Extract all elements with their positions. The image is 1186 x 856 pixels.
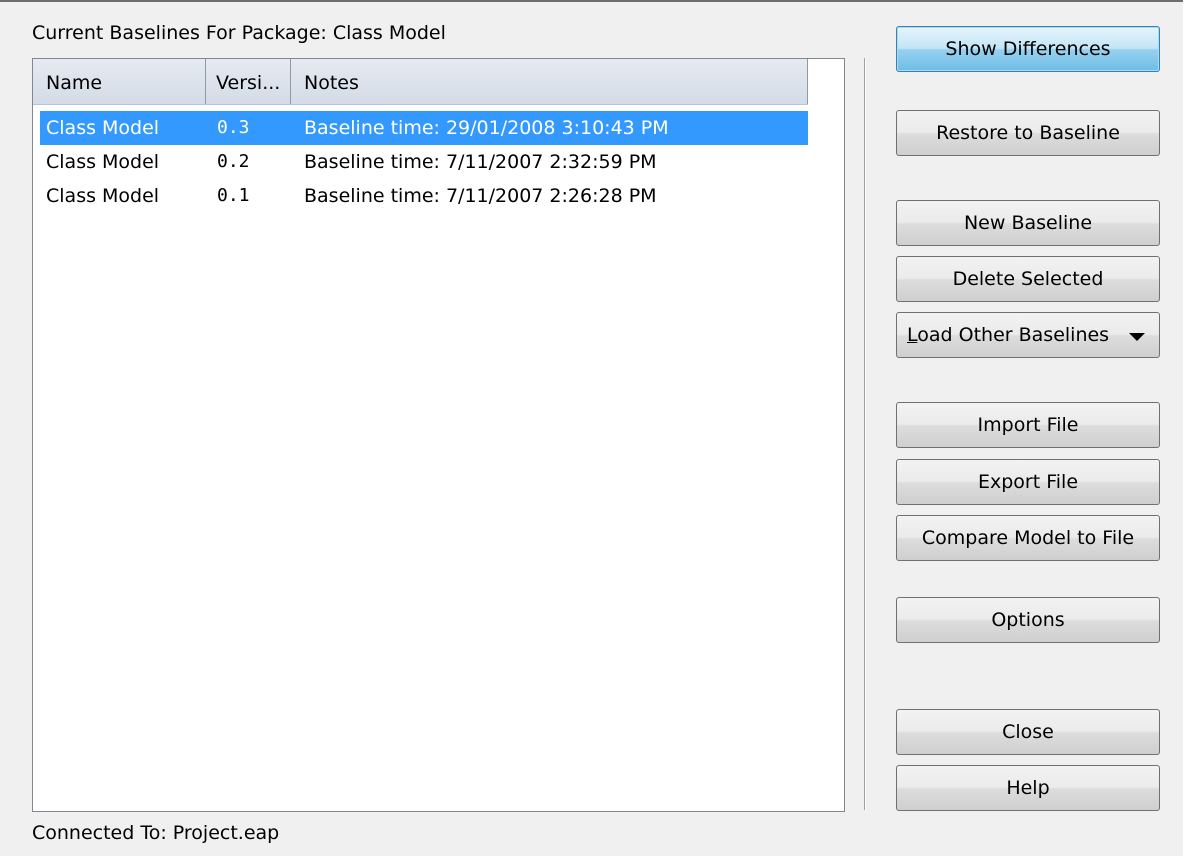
restore-to-baseline-button[interactable]: Restore to Baseline xyxy=(896,110,1160,156)
connection-status: Connected To: Project.eap xyxy=(32,822,280,844)
row-version: 0.3 xyxy=(217,117,250,138)
new-baseline-button[interactable]: New Baseline xyxy=(896,200,1160,246)
row-version: 0.1 xyxy=(217,185,250,206)
row-notes: Baseline time: 29/01/2008 3:10:43 PM xyxy=(304,117,669,139)
column-header-version[interactable]: Versi... xyxy=(206,59,291,104)
options-button[interactable]: Options xyxy=(896,597,1160,643)
package-baselines-label: Current Baselines For Package: Class Mod… xyxy=(32,22,446,44)
list-row[interactable]: Class Model 0.2 Baseline time: 7/11/2007… xyxy=(40,145,808,179)
load-other-baselines-label: oad Other Baselines xyxy=(917,324,1110,346)
row-name: Class Model xyxy=(46,151,160,173)
dropdown-arrow-icon xyxy=(1129,333,1145,341)
help-button[interactable]: Help xyxy=(896,765,1160,811)
baselines-dialog: Current Baselines For Package: Class Mod… xyxy=(0,0,1186,856)
row-name: Class Model xyxy=(46,185,160,207)
list-row[interactable]: Class Model 0.3 Baseline time: 29/01/200… xyxy=(40,111,808,145)
list-rows: Class Model 0.3 Baseline time: 29/01/200… xyxy=(40,111,808,213)
load-other-baselines-button[interactable]: Load Other Baselines xyxy=(896,312,1160,358)
top-border xyxy=(0,0,1183,2)
row-name: Class Model xyxy=(46,117,160,139)
show-differences-button[interactable]: Show Differences xyxy=(896,26,1160,72)
row-notes: Baseline time: 7/11/2007 2:26:28 PM xyxy=(304,185,657,207)
vertical-separator xyxy=(864,58,866,810)
import-file-button[interactable]: Import File xyxy=(896,402,1160,448)
row-notes: Baseline time: 7/11/2007 2:32:59 PM xyxy=(304,151,657,173)
column-header-notes[interactable]: Notes xyxy=(291,59,808,104)
column-header-name[interactable]: Name xyxy=(33,59,206,104)
compare-model-to-file-button[interactable]: Compare Model to File xyxy=(896,515,1160,561)
list-row[interactable]: Class Model 0.1 Baseline time: 7/11/2007… xyxy=(40,179,808,213)
list-header: Name Versi... Notes xyxy=(33,59,808,105)
close-button[interactable]: Close xyxy=(896,709,1160,755)
row-version: 0.2 xyxy=(217,151,250,172)
baselines-list[interactable]: Name Versi... Notes Class Model 0.3 Base… xyxy=(32,58,845,812)
export-file-button[interactable]: Export File xyxy=(896,459,1160,505)
delete-selected-button[interactable]: Delete Selected xyxy=(896,256,1160,302)
load-other-baselines-hotkey: L xyxy=(907,324,918,346)
